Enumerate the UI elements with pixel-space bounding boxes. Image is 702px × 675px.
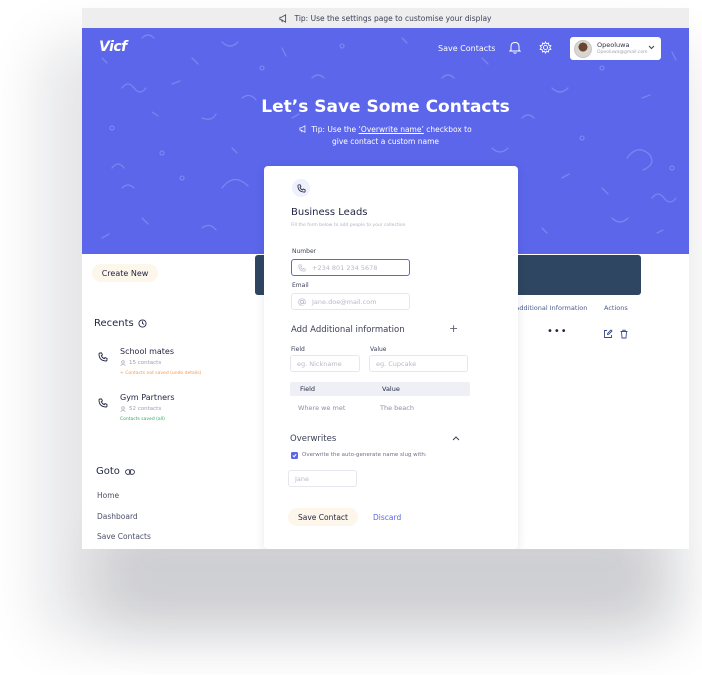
number-placeholder: +234 801 234 5678 <box>312 263 378 272</box>
phone-icon <box>98 398 108 408</box>
kv-table-header: Field Value <box>290 382 470 396</box>
phone-badge <box>292 179 310 197</box>
slug-input[interactable]: Jane <box>288 470 357 487</box>
value-input[interactable]: eg. Cupcake <box>369 355 468 372</box>
overwrite-checkbox[interactable] <box>291 452 298 459</box>
hero-tip-prefix: Tip: Use the <box>311 125 359 134</box>
bell-icon[interactable] <box>509 41 521 54</box>
column-header-actions: Actions <box>604 304 628 312</box>
overwrites-heading[interactable]: Overwrites <box>290 434 336 444</box>
email-placeholder: Jane.doe@mail.com <box>312 297 377 306</box>
field-label: Field <box>291 346 305 353</box>
gear-icon[interactable] <box>539 41 552 54</box>
recent-count: 52 contacts <box>120 406 161 412</box>
chevron-down-icon <box>648 45 655 50</box>
recent-name: Gym Partners <box>120 393 175 402</box>
save-contact-button[interactable]: Save Contact <box>288 508 358 526</box>
goto-heading: Goto <box>96 466 135 477</box>
app-logo[interactable]: Vicf <box>99 39 127 55</box>
edit-icon[interactable] <box>603 329 613 339</box>
phone-icon <box>296 183 306 193</box>
value-label: Value <box>370 346 387 353</box>
create-new-button[interactable]: Create New <box>92 264 158 282</box>
overwrite-checkbox-label: Overwrite the auto-generate name slug wi… <box>302 452 427 458</box>
goto-link-home[interactable]: Home <box>97 491 119 500</box>
recent-item[interactable]: Gym Partners 52 contacts Contacts saved … <box>94 391 212 429</box>
phone-icon <box>98 352 108 362</box>
form-subtitle: Fill the form below to add people to you… <box>291 223 406 228</box>
column-header-additional-info: Additional Information <box>515 304 588 312</box>
app-window: Tip: Use the settings page to customise … <box>82 8 689 549</box>
contact-form-card: Business Leads Fill the form below to ad… <box>264 166 518 549</box>
profile-dropdown[interactable]: Opeoluwa Opeoluwa@gmail.com <box>570 37 661 60</box>
add-info-button[interactable]: + <box>449 322 458 335</box>
recent-note: Contacts saved (all) <box>120 417 165 422</box>
recent-name: School mates <box>120 347 175 356</box>
avatar <box>574 39 592 58</box>
email-label: Email <box>292 282 309 289</box>
number-input[interactable]: +234 801 234 5678 <box>291 259 410 276</box>
goto-title: Goto <box>96 466 120 477</box>
profile-role: Opeoluwa@gmail.com <box>597 49 648 55</box>
kv-head-field: Field <box>300 385 316 393</box>
clock-icon <box>138 319 147 328</box>
kv-row-value: The beach <box>380 404 414 412</box>
table-header-bar <box>515 255 641 295</box>
trash-icon[interactable] <box>619 329 629 339</box>
nav-save-contacts-link[interactable]: Save Contacts <box>438 44 495 53</box>
slug-placeholder: Jane <box>295 474 310 483</box>
add-info-heading: Add Additional information <box>291 325 405 335</box>
recent-item[interactable]: School mates 15 contacts + Contacts not … <box>94 345 212 383</box>
recents-heading: Recents <box>94 318 147 329</box>
check-icon <box>292 453 297 458</box>
tip-bar-text: Tip: Use the settings page to customise … <box>294 13 492 23</box>
discard-button[interactable]: Discard <box>373 513 401 522</box>
hero-tip-line2: give contact a custom name <box>332 137 439 146</box>
profile-name: Opeoluwa <box>597 41 630 49</box>
user-icon <box>120 406 126 412</box>
goto-link-dashboard[interactable]: Dashboard <box>97 512 138 521</box>
mail-icon <box>298 297 306 306</box>
phone-icon <box>298 263 306 272</box>
email-input[interactable]: Jane.doe@mail.com <box>291 293 410 310</box>
goto-link-save-contacts[interactable]: Save Contacts <box>97 532 151 541</box>
link-icon <box>125 468 135 475</box>
recents-title: Recents <box>94 318 134 329</box>
kv-row-field: Where we met <box>298 404 346 412</box>
tip-bar: Tip: Use the settings page to customise … <box>82 8 689 28</box>
hero-tip: Tip: Use the ‘Overwrite name’ checkbox t… <box>82 124 689 148</box>
hero-tip-link[interactable]: ‘Overwrite name’ <box>359 125 424 134</box>
number-label: Number <box>292 248 317 255</box>
megaphone-icon <box>279 13 287 23</box>
recent-note: + Contacts not saved (undo details) <box>120 371 202 376</box>
form-title: Business Leads <box>291 207 368 218</box>
recent-count: 15 contacts <box>120 360 161 366</box>
hero-tip-suffix: checkbox to <box>423 125 472 134</box>
more-options-button[interactable]: ••• <box>547 326 568 337</box>
field-placeholder: eg. Nickname <box>297 359 342 368</box>
value-placeholder: eg. Cupcake <box>376 359 417 368</box>
page-title: Let’s Save Some Contacts <box>261 97 510 117</box>
megaphone-icon <box>299 125 306 133</box>
kv-head-value: Value <box>382 385 400 393</box>
field-input[interactable]: eg. Nickname <box>290 355 360 372</box>
chevron-up-icon[interactable] <box>452 436 460 441</box>
user-icon <box>120 360 126 366</box>
